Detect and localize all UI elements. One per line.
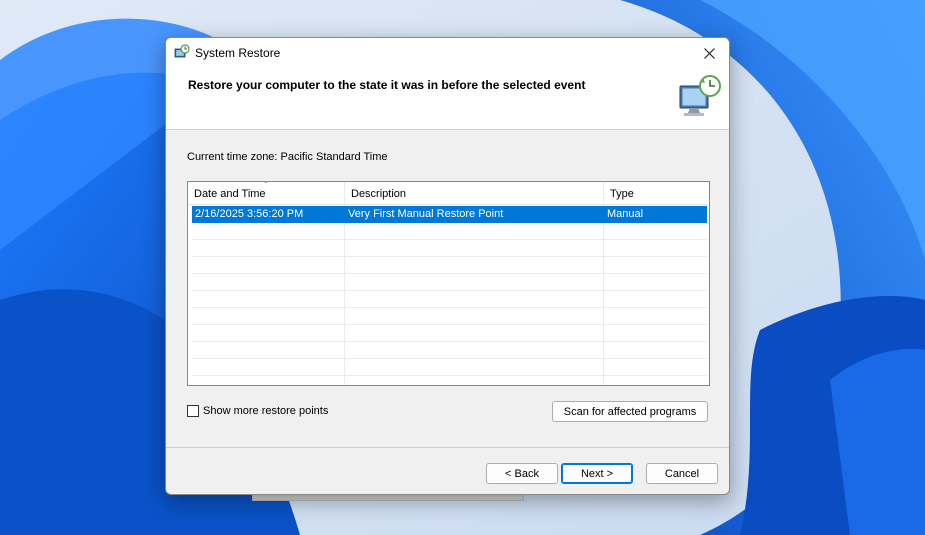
empty-row: [192, 308, 707, 325]
empty-row: [192, 274, 707, 291]
cell-description: Very First Manual Restore Point: [348, 208, 504, 220]
restore-computer-icon: [679, 75, 721, 116]
system-restore-dialog: System Restore Restore your computer to …: [165, 37, 730, 495]
list-header: ﹀ Date and Time Description Type: [188, 182, 709, 205]
timezone-label: Current time zone: Pacific Standard Time: [187, 151, 388, 163]
empty-row: [192, 342, 707, 359]
column-header-type[interactable]: Type: [604, 182, 709, 204]
page-heading: Restore your computer to the state it wa…: [188, 78, 586, 92]
title-bar: System Restore: [166, 38, 729, 68]
sort-descending-icon: ﹀: [262, 181, 270, 189]
empty-row: [192, 223, 707, 240]
wizard-header: Restore your computer to the state it wa…: [166, 68, 729, 130]
back-button[interactable]: < Back: [486, 463, 558, 484]
scan-affected-programs-button[interactable]: Scan for affected programs: [552, 401, 708, 422]
close-icon: [703, 47, 715, 59]
close-button[interactable]: [689, 38, 729, 68]
show-more-label: Show more restore points: [203, 405, 329, 417]
column-header-date[interactable]: ﹀ Date and Time: [188, 182, 345, 204]
empty-row: [192, 291, 707, 308]
restore-points-list[interactable]: ﹀ Date and Time Description Type 2/16/20…: [187, 181, 710, 386]
column-header-description[interactable]: Description: [345, 182, 604, 204]
cell-type: Manual: [607, 208, 644, 220]
list-body: 2/16/2025 3:56:20 PM Very First Manual R…: [192, 206, 707, 376]
next-button[interactable]: Next >: [561, 463, 633, 484]
empty-row: [192, 240, 707, 257]
empty-row: [192, 257, 707, 274]
table-row[interactable]: 2/16/2025 3:56:20 PM Very First Manual R…: [192, 206, 707, 223]
show-more-restore-points[interactable]: Show more restore points: [187, 403, 328, 419]
window-title: System Restore: [195, 46, 281, 60]
cancel-button[interactable]: Cancel: [646, 463, 718, 484]
show-more-checkbox[interactable]: [187, 405, 199, 417]
empty-row: [192, 359, 707, 376]
footer-divider: [166, 447, 729, 448]
system-restore-icon: [174, 44, 190, 58]
cell-date: 2/16/2025 3:56:20 PM: [195, 208, 304, 220]
empty-row: [192, 325, 707, 342]
